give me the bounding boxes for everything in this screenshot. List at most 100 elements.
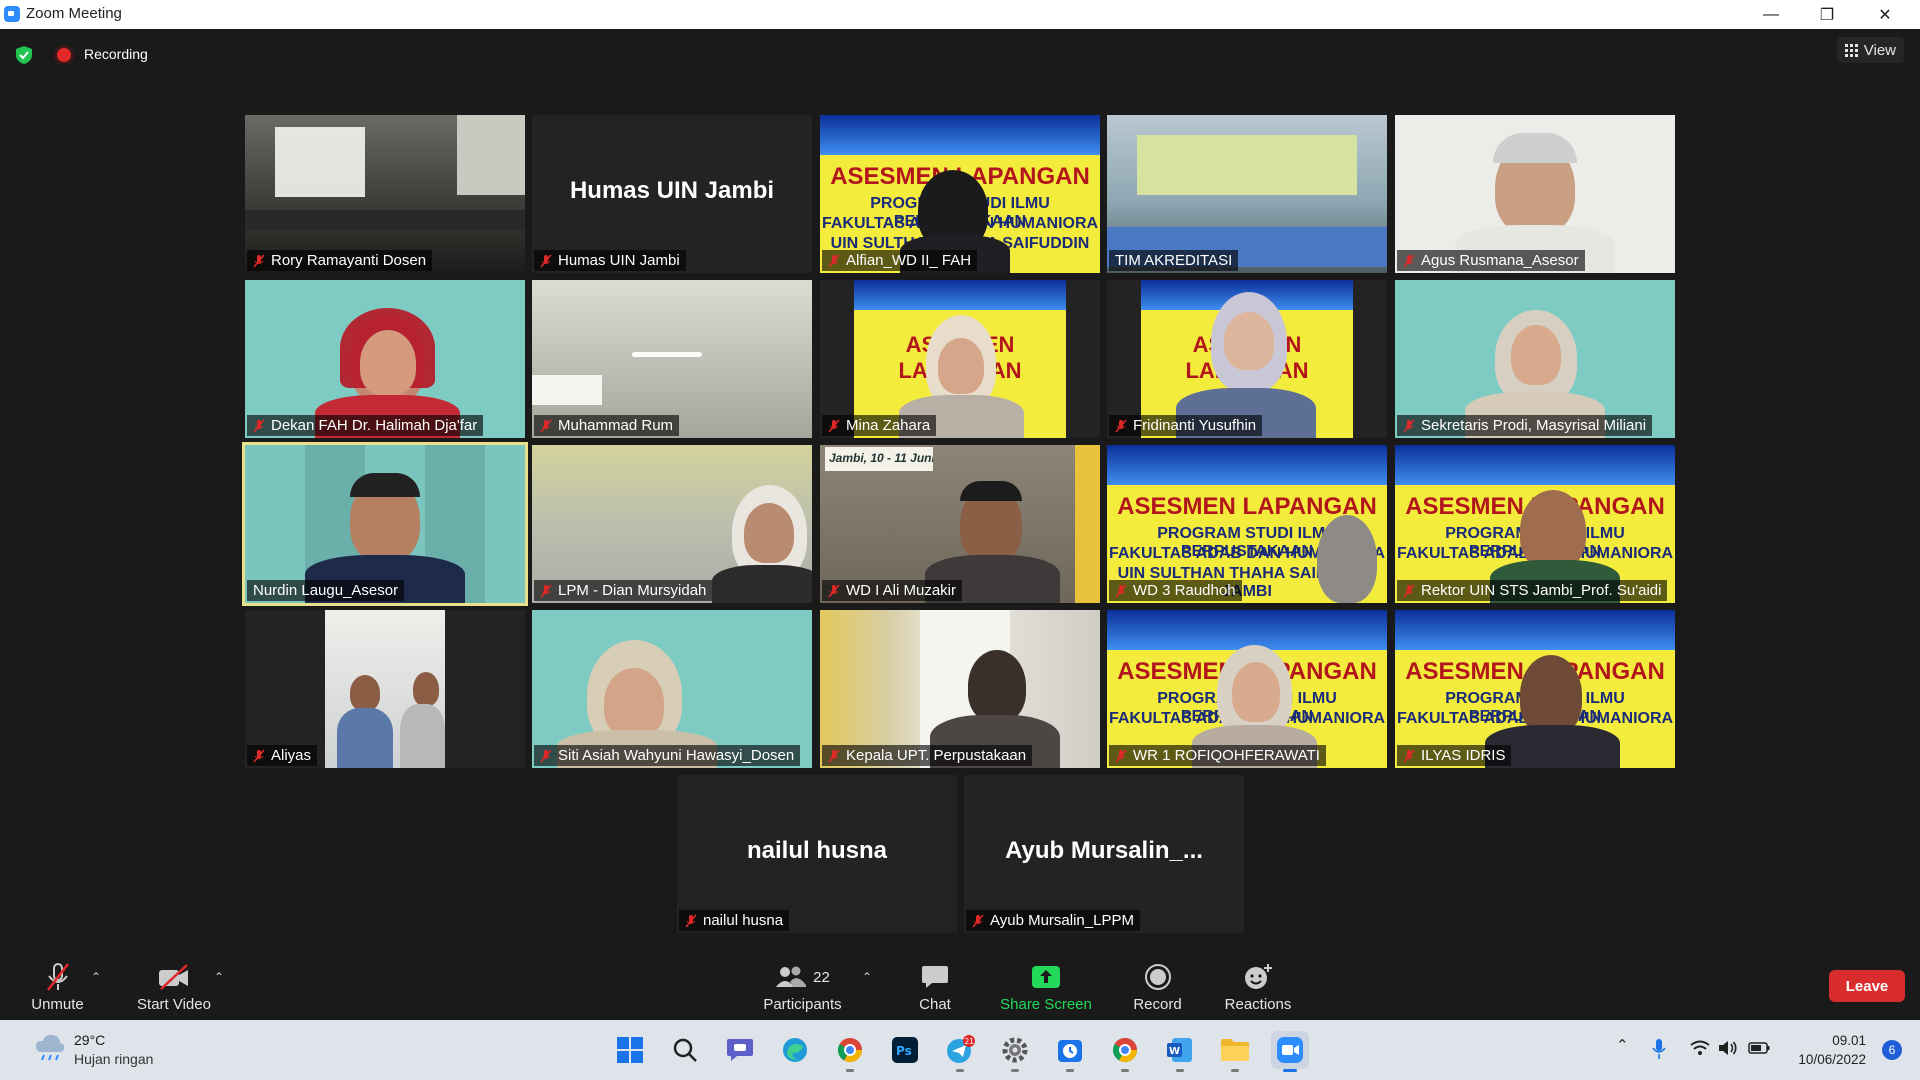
participants-button[interactable]: 22 Participants	[760, 952, 845, 1020]
video-tile[interactable]: Jambi, 10 - 11 Juni 2022 WD I Ali Muzaki…	[820, 445, 1100, 603]
video-tile[interactable]: ASESMEN LAPANGAN Fridinanti Yusufhin	[1107, 280, 1387, 438]
participant-name: Ayub Mursalin_LPPM	[966, 910, 1140, 931]
system-clock[interactable]: 09.01 10/06/2022	[1798, 1031, 1866, 1069]
participant-name: Sekretaris Prodi, Masyrisal Miliani	[1397, 415, 1653, 436]
video-tile[interactable]: ASESMEN LAPANGAN PROGRAM STUDI ILMU PERP…	[1107, 610, 1387, 768]
record-button[interactable]: Record	[1120, 952, 1195, 1020]
participant-big-name: Humas UIN Jambi	[569, 177, 775, 204]
date-sign: Jambi, 10 - 11 Juni 2022	[825, 447, 933, 471]
video-tile-active-speaker[interactable]: Nurdin Laugu_Asesor	[242, 442, 528, 606]
microphone-tray-icon[interactable]	[1652, 1038, 1666, 1060]
leave-button[interactable]: Leave	[1829, 970, 1905, 1002]
video-tile[interactable]: Dekan FAH Dr. Halimah Dja'far	[245, 280, 525, 438]
taskbar-edge[interactable]	[776, 1031, 814, 1069]
recording-icon[interactable]	[57, 48, 71, 62]
taskbar-word[interactable]: W	[1161, 1031, 1199, 1072]
search-icon	[673, 1038, 697, 1062]
notification-count-badge[interactable]: 6	[1882, 1040, 1902, 1060]
taskbar-telegram[interactable]: 21	[941, 1031, 979, 1072]
participant-name: Fridinanti Yusufhin	[1109, 415, 1263, 436]
video-tile[interactable]: LPM - Dian Mursyidah	[532, 445, 812, 603]
title-bar: Zoom Meeting — ❐ ✕	[0, 0, 1920, 29]
video-tile[interactable]: Siti Asiah Wahyuni Hawasyi_Dosen	[532, 610, 812, 768]
video-tile[interactable]: nailul husna nailul husna	[677, 775, 957, 933]
taskbar-settings[interactable]	[996, 1031, 1034, 1072]
participants-options-caret-icon[interactable]: ⌃	[862, 970, 872, 984]
svg-text:W: W	[1169, 1046, 1180, 1057]
participant-name: Humas UIN Jambi	[534, 250, 686, 271]
participant-name: WD I Ali Muzakir	[822, 580, 963, 601]
battery-icon[interactable]	[1748, 1042, 1770, 1054]
share-screen-button[interactable]: Share Screen	[1000, 952, 1092, 1020]
video-off-icon	[159, 964, 188, 990]
recording-label[interactable]: Recording	[84, 46, 148, 62]
participant-name: LPM - Dian Mursyidah	[534, 580, 713, 601]
taskbar-search-button[interactable]	[666, 1031, 704, 1069]
muted-mic-icon	[1115, 749, 1127, 763]
video-tile[interactable]: Sekretaris Prodi, Masyrisal Miliani	[1395, 280, 1675, 438]
muted-mic-icon	[540, 749, 552, 763]
muted-mic-icon	[540, 584, 552, 598]
minimize-button[interactable]: —	[1748, 0, 1794, 29]
taskbar-teams-chat[interactable]	[721, 1031, 759, 1069]
participant-name: Rory Ramayanti Dosen	[247, 250, 433, 271]
volume-icon[interactable]	[1718, 1040, 1738, 1056]
wifi-icon[interactable]	[1690, 1040, 1710, 1056]
reactions-button[interactable]: Reactions	[1218, 952, 1298, 1020]
video-tile[interactable]: ASESMEN LAPANGAN PROGRAM STUDI ILMU PERP…	[1395, 445, 1675, 603]
video-options-caret-icon[interactable]: ⌃	[214, 970, 224, 984]
view-label: View	[1863, 41, 1896, 59]
taskbar-photoshop[interactable]: Ps	[886, 1031, 924, 1069]
video-tile[interactable]: Ayub Mursalin_... Ayub Mursalin_LPPM	[964, 775, 1244, 933]
weather-widget[interactable]: 29°C Hujan ringan	[34, 1032, 153, 1067]
chat-button[interactable]: Chat	[900, 952, 970, 1020]
video-tile[interactable]: Aliyas	[245, 610, 525, 768]
taskbar-chrome-profile[interactable]	[1106, 1031, 1144, 1072]
clock-app-icon	[1058, 1040, 1082, 1062]
start-video-button[interactable]: Start Video	[130, 952, 218, 1020]
participant-name: Kepala UPT. Perpustakaan	[822, 745, 1033, 766]
start-menu-button[interactable]	[611, 1031, 649, 1069]
gear-icon	[1002, 1037, 1028, 1063]
share-screen-icon	[1032, 966, 1060, 988]
unmute-button[interactable]: Unmute	[20, 952, 95, 1020]
close-button[interactable]: ✕	[1862, 0, 1908, 29]
taskbar-zoom[interactable]	[1271, 1031, 1309, 1072]
participant-name: Agus Rusmana_Asesor	[1397, 250, 1585, 271]
record-icon	[1144, 964, 1171, 990]
video-tile[interactable]: ASESMEN LAPANGAN Mina Zahara	[820, 280, 1100, 438]
rain-cloud-icon	[36, 1034, 65, 1061]
video-tile[interactable]: Humas UIN Jambi Humas UIN Jambi	[532, 115, 812, 273]
taskbar-file-explorer[interactable]	[1216, 1031, 1254, 1072]
muted-mic-icon	[540, 254, 552, 268]
folder-icon	[1221, 1039, 1249, 1061]
video-tile[interactable]: Agus Rusmana_Asesor	[1395, 115, 1675, 273]
telegram-badge: 21	[965, 1037, 975, 1046]
video-tile[interactable]: ASESMEN LAPANGAN PROGRAM STUDI ILMU PERP…	[820, 115, 1100, 273]
weather-temperature: 29°C	[74, 1032, 106, 1048]
telegram-icon: 21	[947, 1035, 975, 1063]
video-tile[interactable]: ASESMEN LAPANGAN PROGRAM STUDI ILMU PERP…	[1107, 445, 1387, 603]
encryption-shield-icon[interactable]	[16, 46, 32, 64]
video-tile[interactable]: Muhammad Rum	[532, 280, 812, 438]
taskbar-store[interactable]	[1051, 1031, 1089, 1072]
muted-mic-icon	[685, 914, 697, 928]
meeting-toolbar: Unmute ⌃ Start Video ⌃ 22 Participants ⌃…	[0, 952, 1920, 1020]
weather-condition: Hujan ringan	[74, 1051, 154, 1067]
clock-date: 10/06/2022	[1798, 1052, 1866, 1067]
video-tile[interactable]: Rory Ramayanti Dosen	[245, 115, 525, 273]
muted-mic-icon	[1403, 419, 1415, 433]
view-button[interactable]: View	[1836, 37, 1904, 63]
participant-name: Nurdin Laugu_Asesor	[247, 580, 405, 601]
taskbar-chrome[interactable]	[831, 1031, 869, 1072]
tray-overflow-chevron-icon[interactable]: ⌃	[1616, 1036, 1629, 1054]
restore-button[interactable]: ❐	[1804, 0, 1850, 29]
video-tile[interactable]: Kepala UPT. Perpustakaan	[820, 610, 1100, 768]
video-tile[interactable]: TIM AKREDITASI	[1107, 115, 1387, 273]
participant-name: Aliyas	[247, 745, 318, 766]
muted-mic-icon	[828, 749, 840, 763]
participant-name: nailul husna	[679, 910, 790, 931]
video-tile[interactable]: ASESMEN LAPANGAN PROGRAM STUDI ILMU PERP…	[1395, 610, 1675, 768]
reactions-smiley-icon	[1245, 964, 1272, 989]
audio-options-caret-icon[interactable]: ⌃	[91, 970, 101, 984]
